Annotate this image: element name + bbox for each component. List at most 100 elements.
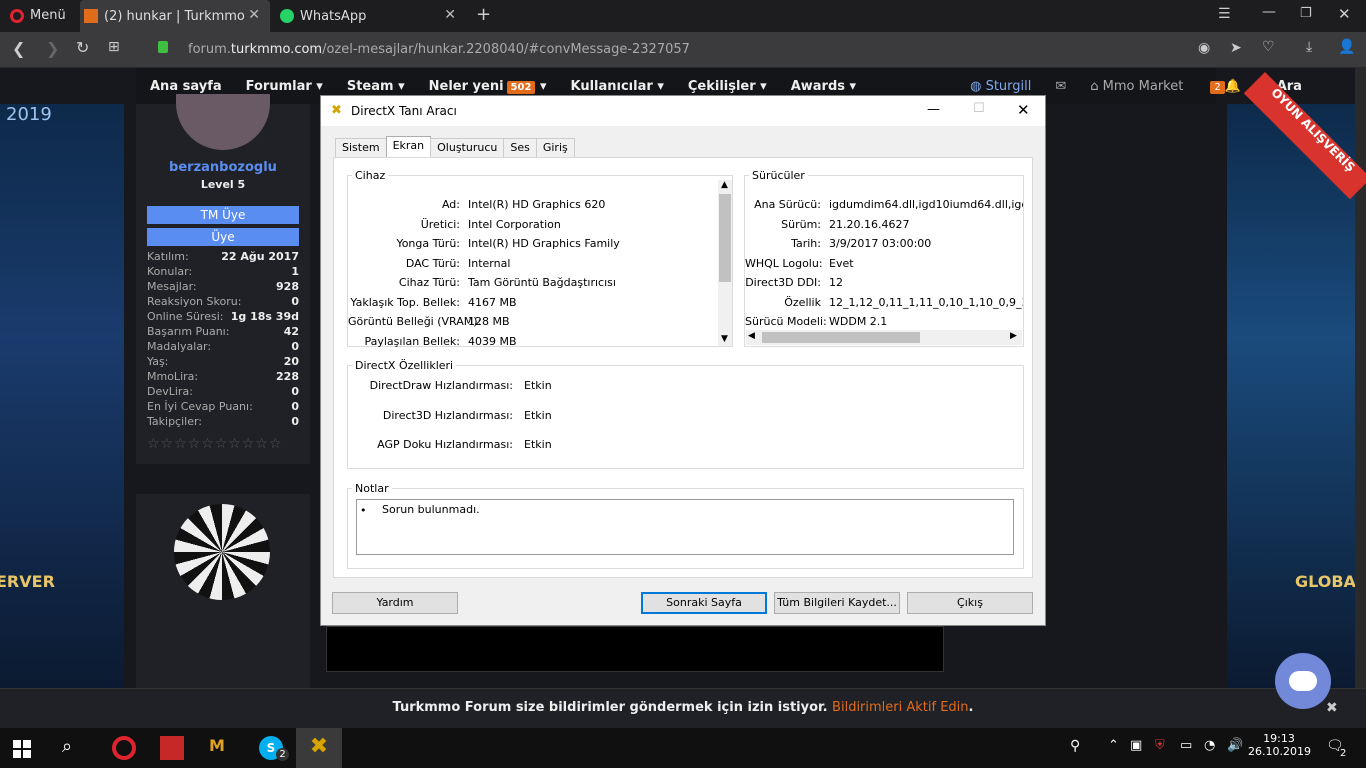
nav-home[interactable]: Ana sayfa <box>150 79 222 94</box>
wifi-icon[interactable]: ◔ <box>1204 738 1215 753</box>
stat-label: Konular: <box>147 265 193 278</box>
people-icon[interactable]: ⚲ <box>1070 738 1080 754</box>
url-domain: turkmmo.com <box>230 42 323 57</box>
profile-name[interactable]: berzanbozoglu <box>136 160 310 175</box>
nav-users[interactable]: Kullanıcılar ▾ <box>570 79 663 94</box>
url-field[interactable]: forum.turkmmo.com/ozel-mesajlar/hunkar.2… <box>188 42 690 57</box>
maximize-icon[interactable]: ☐ <box>973 101 985 116</box>
nav-giveaways[interactable]: Çekilişler ▾ <box>688 79 767 94</box>
right-ad-banner[interactable]: GLOBA <box>1227 104 1356 688</box>
tab-system[interactable]: Sistem <box>335 138 387 157</box>
profile-stat-row: MmoLira: 228 <box>147 370 299 383</box>
browser-tab-whatsapp[interactable]: WhatsApp ✕ <box>276 0 466 32</box>
browser-tab-turkmmo[interactable]: (2) hunkar | Turkmmo Forum ✕ <box>80 0 270 32</box>
camera-icon[interactable]: ◉ <box>1198 40 1210 56</box>
nav-forums[interactable]: Forumlar ▾ <box>246 79 323 94</box>
stat-label: DevLira: <box>147 385 193 398</box>
scroll-up-icon[interactable]: ▲ <box>721 180 728 190</box>
stat-value: 928 <box>276 280 299 293</box>
volume-icon[interactable]: 🔊 <box>1227 738 1243 753</box>
device-scrollbar[interactable]: ▲ ▼ <box>718 180 732 346</box>
antivirus-icon[interactable]: ⛨ <box>1155 738 1165 753</box>
drivers-hscrollbar[interactable]: ◀ ▶ <box>746 330 1022 345</box>
account-icon[interactable]: 👤 <box>1338 39 1355 55</box>
left-ad-banner[interactable]: 2019 ERVER <box>0 104 124 688</box>
device-field-value: 128 MB <box>468 315 510 328</box>
mail-icon[interactable]: ✉ <box>1055 79 1066 94</box>
exit-button[interactable]: Çıkış <box>907 592 1033 614</box>
avatar[interactable] <box>174 504 270 600</box>
directx-diag-dialog: ✖ DirectX Tanı Aracı — ☐ ✕ Sistem Ekran … <box>320 95 1046 626</box>
device-field-label: Paylaşılan Bellek: <box>364 334 460 348</box>
send-icon[interactable]: ➤ <box>1230 40 1242 56</box>
reload-icon[interactable]: ↻ <box>76 38 89 57</box>
profile-stat-row: En İyi Cevap Puanı: 0 <box>147 400 299 413</box>
search-icon[interactable]: ⌕ <box>62 736 86 760</box>
dialog-title: DirectX Tanı Aracı <box>351 104 457 118</box>
tab-input[interactable]: Giriş <box>535 138 575 157</box>
opera-taskbar-icon[interactable] <box>112 736 136 760</box>
save-all-info-button[interactable]: Tüm Bilgileri Kaydet... <box>774 592 900 614</box>
stat-value: 0 <box>291 415 299 428</box>
help-button[interactable]: Yardım <box>332 592 458 614</box>
shop-icon: ⌂ <box>1090 78 1103 94</box>
clock-time: 19:13 <box>1263 732 1295 745</box>
avatar[interactable] <box>176 94 270 150</box>
next-page-button[interactable]: Sonraki Sayfa <box>641 592 767 614</box>
download-icon[interactable]: ⤓ <box>1306 39 1312 55</box>
notes-textarea[interactable]: • Sorun bulunmadı. <box>356 499 1014 555</box>
speed-dial-icon[interactable]: ⊞ <box>108 39 120 55</box>
scroll-thumb[interactable] <box>762 332 920 343</box>
device-field-value: 4039 MB <box>468 334 517 348</box>
market-link[interactable]: ⌂ Mmo Market <box>1090 79 1183 94</box>
device-field-value: Intel(R) HD Graphics Family <box>468 237 620 250</box>
restore-window-icon[interactable]: ❐ <box>1300 6 1312 21</box>
display-tab-panel: Cihaz Ad: Intel(R) HD Graphics 620 Üretici… <box>333 157 1033 578</box>
tab-render[interactable]: Oluşturucu <box>430 138 505 157</box>
device-field-label: Üretici: <box>420 217 460 231</box>
enable-notifications-link[interactable]: Bildirimleri Aktif Edin <box>832 700 968 715</box>
battery-icon[interactable]: ▭ <box>1180 738 1192 753</box>
back-icon[interactable]: ❮ <box>12 39 25 58</box>
clock[interactable]: 19:13 26.10.2019 <box>1248 732 1311 758</box>
clock-date: 26.10.2019 <box>1248 745 1311 758</box>
heart-icon[interactable]: ♡ <box>1262 39 1275 55</box>
stat-label: Madalyalar: <box>147 340 212 353</box>
tab-menu-icon[interactable]: ☰ <box>1218 6 1231 22</box>
stat-label: En İyi Cevap Puanı: <box>147 400 253 413</box>
close-window-icon[interactable]: ✕ <box>1338 5 1351 23</box>
tray-app-icon[interactable]: ▣ <box>1130 738 1142 753</box>
close-notification-icon[interactable]: ✖ <box>1326 689 1338 727</box>
directx-taskbar-button[interactable]: ✖ <box>296 728 342 768</box>
nav-whats-new[interactable]: Neler yeni 502 ▾ <box>429 79 546 94</box>
device-field-value: Tam Görüntü Bağdaştırıcısı <box>468 276 616 289</box>
scroll-left-icon[interactable]: ◀ <box>748 331 755 341</box>
minimize-icon[interactable]: — <box>927 102 940 117</box>
lock-icon[interactable] <box>158 41 168 53</box>
driver-field-value: 12 <box>829 276 843 289</box>
close-tab-icon[interactable]: ✕ <box>248 7 260 23</box>
forward-icon[interactable]: ❯ <box>46 39 59 58</box>
alerts-button[interactable]: 2 🔔 <box>1207 79 1241 94</box>
tab-sound[interactable]: Ses <box>503 138 537 157</box>
app-taskbar-icon[interactable] <box>160 736 184 760</box>
scroll-right-icon[interactable]: ▶ <box>1010 331 1017 341</box>
scroll-down-icon[interactable]: ▼ <box>721 334 728 344</box>
discord-button[interactable] <box>1275 653 1331 709</box>
nav-steam[interactable]: Steam ▾ <box>347 79 405 94</box>
opera-menu-button[interactable]: Menü <box>10 8 66 23</box>
scroll-thumb[interactable] <box>719 194 731 282</box>
metin2-taskbar-icon[interactable]: M <box>209 736 233 760</box>
close-icon[interactable]: ✕ <box>1017 101 1030 119</box>
page-scrollbar[interactable] <box>1355 68 1366 688</box>
user-menu[interactable]: ◍ Sturgill <box>970 79 1031 94</box>
nav-awards[interactable]: Awards ▾ <box>791 79 856 94</box>
chevron-up-icon[interactable]: ⌃ <box>1108 738 1119 753</box>
discord-icon <box>1289 671 1317 691</box>
windows-start-icon[interactable] <box>13 740 31 758</box>
browser-tab-bar: Menü (2) hunkar | Turkmmo Forum ✕ WhatsA… <box>0 0 1366 32</box>
tab-display[interactable]: Ekran <box>385 136 432 157</box>
minimize-window-icon[interactable]: — <box>1262 4 1276 20</box>
close-tab-icon[interactable]: ✕ <box>444 7 456 23</box>
new-tab-icon[interactable]: + <box>476 4 491 25</box>
